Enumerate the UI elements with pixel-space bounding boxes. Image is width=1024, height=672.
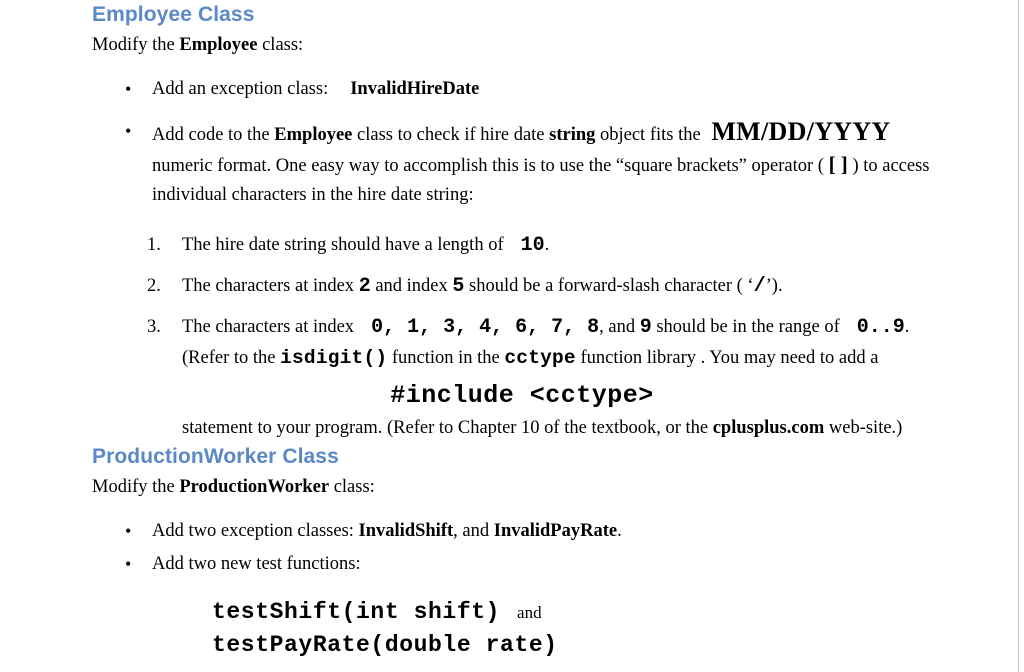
rule-1-length-value: 10 [520,234,545,257]
exception-class-name: InvalidHireDate [350,79,480,99]
forward-slash-char: / [753,275,766,298]
bullet-2-bold-string: string [549,125,596,145]
rule-2-text-2: and index [370,276,453,296]
bullet-2-text-1: Add code to the [152,125,275,145]
testshift-signature: testShift(int shift) [212,599,501,625]
cctype-library-name: cctype [504,347,576,369]
page-title-productionworker-class: ProductionWorker Class [92,445,339,468]
cplusplus-site-name: cplusplus.com [712,418,825,438]
list-item: • Add two new test functions: [92,550,952,579]
rule-3-last-index: 9 [639,316,652,339]
square-bracket-operator: [ ] [828,152,848,176]
bullet-2-text-3: object fits the [595,125,706,145]
bullet-dot-icon: • [125,521,132,541]
employee-numbered-list: 1. The hire date string should have a len… [92,230,952,373]
rule-3-index-list: 0, 1, 3, 4, 6, 7, 8 [371,316,600,339]
list-item: • Add an exception class: InvalidHireDate [92,75,952,104]
pw-bullet-2-text: Add two new test functions: [152,554,361,574]
rule-3-text-2: , and [599,317,640,337]
list-item: 1. The hire date string should have a len… [92,230,952,261]
rule-3-text-3: should be in the range of [651,317,840,337]
productionworker-lead-paragraph: Modify the ProductionWorker class: [92,472,952,501]
closing-text-1: statement to your program. (Refer to Cha… [182,418,713,438]
invalidpayrate-class-name: InvalidPayRate [493,521,618,541]
lead-suffix: class: [329,477,375,497]
list-marker-2: 2. [147,276,161,296]
invalidshift-class-name: InvalidShift [358,521,454,541]
productionworker-bullet-list: • Add two exception classes: InvalidShift… [92,517,952,579]
closing-text-2: web-site.) [824,418,903,438]
page-title-employee-class: Employee Class [92,3,255,26]
rule-3-text-1: The characters at index [182,317,355,337]
list-item: 3. The characters at index 0, 1, 3, 4, 6, … [92,312,952,373]
pw-bullet-1-text-1: Add two exception classes: [152,521,359,541]
list-item: • Add two exception classes: InvalidShift… [92,517,952,546]
list-item: • Add code to the Employee class to check… [92,117,952,210]
rule-2-index-b: 5 [452,275,465,298]
bullet-dot-icon: • [125,79,132,99]
bullet-dot-icon: • [125,554,132,574]
rule-2-text-1: The characters at index [182,276,359,296]
rule-3-text-6: function library . You may need to add a [575,348,879,368]
testpayrate-signature: testPayRate(double rate) [212,632,558,658]
document-content: Employee Class Modify the Employee class… [92,0,952,662]
employee-lead-paragraph: Modify the Employee class: [92,30,952,59]
rule-3-digit-range: 0..9 [856,316,905,339]
list-item: 2. The characters at index 2 and index 5 … [92,271,952,302]
bullet-2-text-2: class to check if hire date [352,125,550,145]
include-directive-code: #include <cctype> [390,381,654,410]
rule-1-text-1: The hire date string should have a lengt… [182,235,504,255]
list-marker-1: 1. [147,235,161,255]
list-marker-3: 3. [147,317,161,337]
date-format-code: MM/DD/YYYY [711,117,891,146]
function-signature-line: testShift(int shift) and [212,596,952,629]
bullet-2-text-4: numeric format. One easy way to accompli… [152,156,829,176]
pw-bullet-1-text-2: , and [453,521,494,541]
bullet-1-text: Add an exception class: [152,79,329,99]
lead-prefix: Modify the [92,35,180,55]
bullet-2-bold-employee: Employee [274,125,353,145]
lead-bold-employee: Employee [179,35,258,55]
function-signature-line: testPayRate(double rate) [212,629,952,662]
test-function-signatures: testShift(int shift) and testPayRate(doub… [92,579,952,662]
rule-2-index-a: 2 [358,275,371,298]
and-conjunction: and [517,603,542,622]
employee-bullet-list: • Add an exception class: InvalidHireDate … [92,75,952,210]
lead-suffix: class: [257,35,304,55]
rule-2-text-4: ’). [765,276,783,296]
bullet-dot-icon: • [125,121,132,141]
lead-bold-productionworker: ProductionWorker [179,477,330,497]
document-page: Employee Class Modify the Employee class… [0,0,1024,672]
pw-bullet-1-text-3: . [617,521,622,541]
lead-prefix: Modify the [92,477,180,497]
rule-2-text-3: should be a forward-slash character ( ‘ [464,276,754,296]
rule-3-text-5: function in the [387,348,505,368]
isdigit-function-name: isdigit() [280,347,388,369]
employee-closing-paragraph: statement to your program. (Refer to Cha… [92,414,952,442]
rule-1-text-2: . [544,235,550,255]
page-right-edge-rule [1018,0,1019,672]
